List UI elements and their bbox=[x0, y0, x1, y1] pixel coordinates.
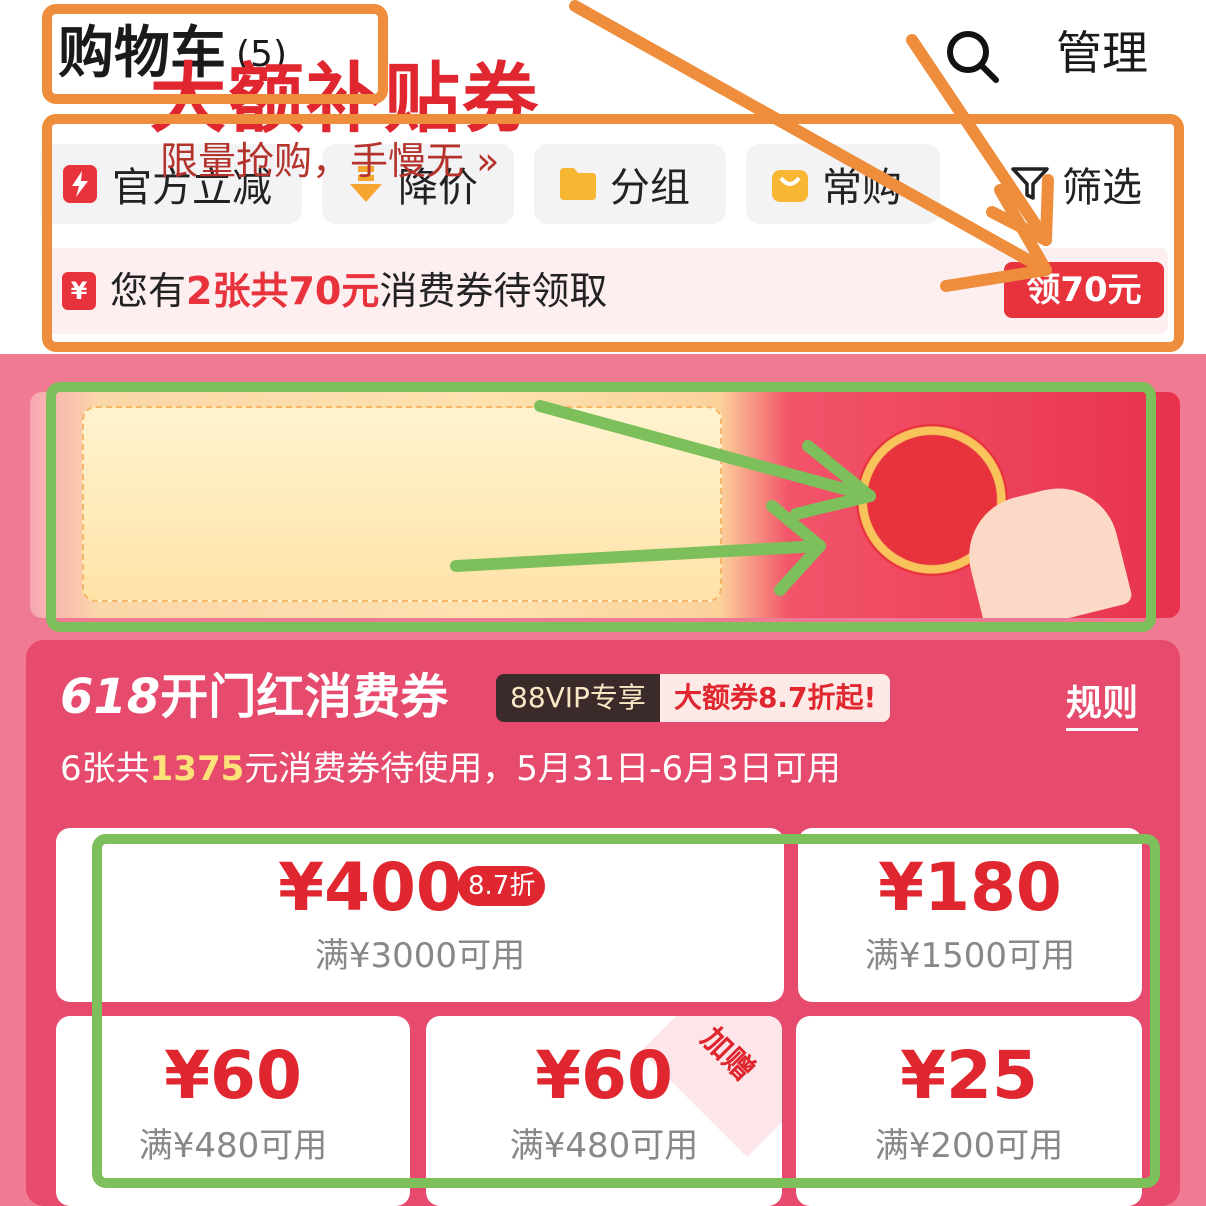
manage-button[interactable]: 管理 bbox=[1056, 20, 1148, 86]
vip-promo: 大额券8.7折起! bbox=[659, 674, 891, 722]
panel-title-text: 开门红消费券 bbox=[160, 669, 449, 725]
sub-prefix: 6张共 bbox=[60, 749, 150, 789]
sub-amount: 1375 bbox=[149, 749, 245, 789]
sub-suffix: 元消费券待使用，5月31日-6月3日可用 bbox=[244, 749, 841, 789]
panel-title: 618开门红消费券 bbox=[60, 662, 448, 732]
vip-label: 88VIP专享 bbox=[496, 674, 660, 722]
panel-subtitle: 6张共1375元消费券待使用，5月31日-6月3日可用 bbox=[60, 744, 841, 794]
vip-tag: 88VIP专享 大额券8.7折起! bbox=[496, 674, 891, 722]
panel-title-num: 618 bbox=[60, 669, 161, 725]
annotation-box-filters bbox=[42, 114, 1184, 352]
rules-link[interactable]: 规则 bbox=[1066, 680, 1139, 731]
annotation-box-title bbox=[42, 4, 388, 104]
annotation-box-banner bbox=[46, 382, 1156, 632]
annotation-box-coupons bbox=[92, 834, 1160, 1188]
